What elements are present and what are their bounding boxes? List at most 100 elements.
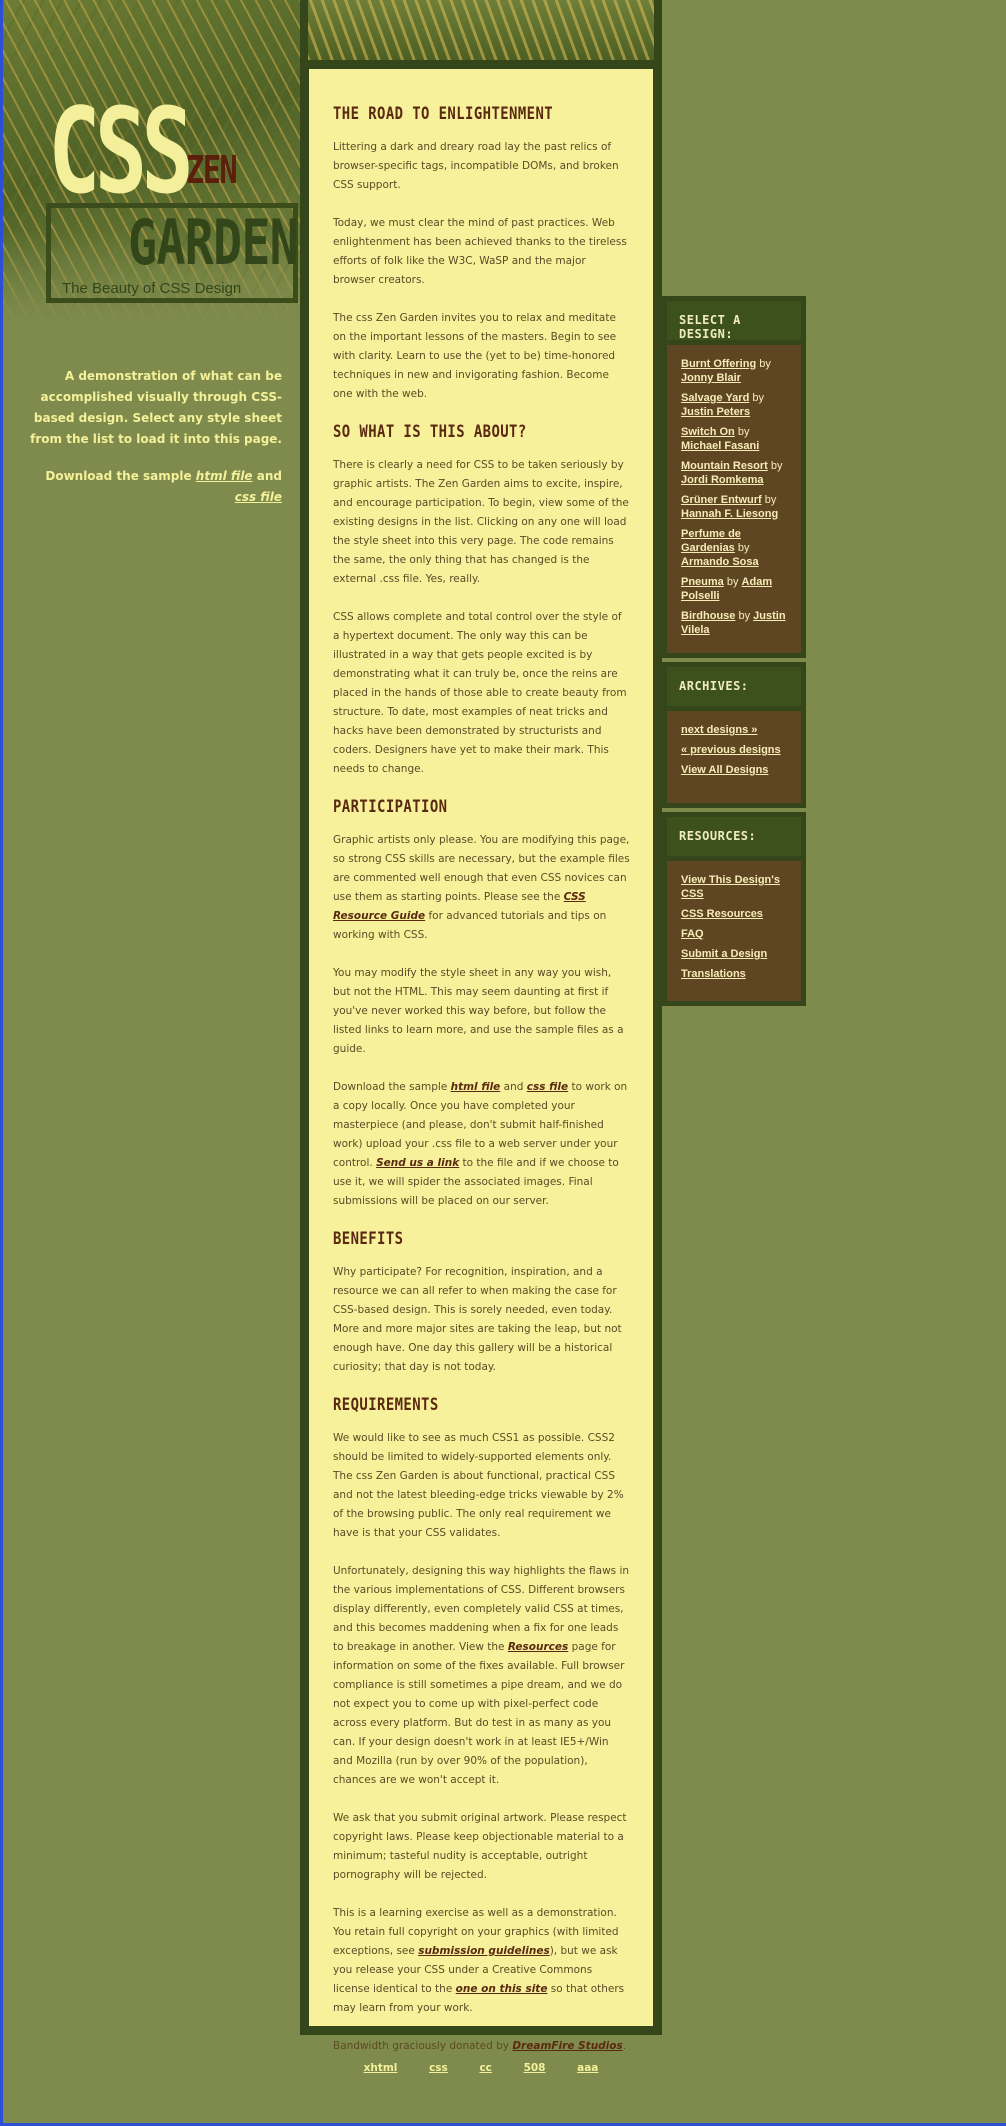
preamble-p1: Littering a dark and dreary road lay the… xyxy=(333,141,619,191)
footer: xhtml css cc 508 aaa xyxy=(300,2062,662,2074)
by-text: by xyxy=(752,392,764,404)
preamble-p3: The css Zen Garden invites you to relax … xyxy=(333,312,617,400)
requirements-p2-text-b: page for information on some of the fixe… xyxy=(333,1641,625,1786)
design-item: Perfume de Gardenias by Armando Sosa xyxy=(681,527,791,569)
main-top-art xyxy=(300,0,662,62)
logo-zen-text: ZEN xyxy=(186,148,238,192)
view-design-css-link[interactable]: View This Design's CSS xyxy=(681,874,780,900)
section-preamble: THE ROAD TO ENLIGHTENMENT Littering a da… xyxy=(333,105,631,404)
design-item: Switch On by Michael Fasani xyxy=(681,425,791,453)
html-file-link[interactable]: html file xyxy=(196,469,253,483)
design-list: Burnt Offering by Jonny Blair Salvage Ya… xyxy=(662,340,806,658)
archives-heading: ARCHIVES: xyxy=(662,662,806,706)
section-benefits: BENEFITS Why participate? For recognitio… xyxy=(333,1230,631,1377)
list-item: View All Designs xyxy=(681,763,791,777)
design-item: Salvage Yard by Justin Peters xyxy=(681,391,791,419)
explanation-p2: CSS allows complete and total control ov… xyxy=(333,611,627,775)
author-link[interactable]: Hannah F. Liesong xyxy=(681,508,778,520)
sample-html-file-link[interactable]: html file xyxy=(451,1081,501,1093)
footer-xhtml-link[interactable]: xhtml xyxy=(364,2062,398,2074)
by-text: by xyxy=(764,494,777,506)
design-link[interactable]: Salvage Yard xyxy=(681,392,749,404)
participation-p1: Graphic artists only please. You are mod… xyxy=(333,831,631,945)
design-item: Birdhouse by Justin Vilela xyxy=(681,609,791,637)
author-link[interactable]: Justin Peters xyxy=(681,406,750,418)
list-item: Submit a Design xyxy=(681,947,791,961)
participation-p3-text-a: Download the sample xyxy=(333,1081,448,1093)
footer-cc-link[interactable]: cc xyxy=(479,2062,491,2074)
requirements-p3: We ask that you submit original artwork.… xyxy=(333,1812,627,1881)
participation-heading: PARTICIPATION xyxy=(333,797,448,817)
list-item: FAQ xyxy=(681,927,791,941)
logo-css-text: CSS xyxy=(48,82,194,220)
footer-css-link[interactable]: css xyxy=(429,2062,448,2074)
list-item: Translations xyxy=(681,967,791,981)
author-link[interactable]: Michael Fasani xyxy=(681,440,759,452)
logo-garden-text: GARDEN xyxy=(128,206,299,279)
benefits-heading: BENEFITS xyxy=(333,1229,404,1249)
author-link[interactable]: Jonny Blair xyxy=(681,372,741,384)
by-text: by xyxy=(737,426,750,438)
css-file-link[interactable]: css file xyxy=(235,490,282,504)
by-text: by xyxy=(759,358,771,370)
by-text: by xyxy=(726,576,739,588)
select-design-heading: SELECT A DESIGN: xyxy=(662,296,806,341)
submit-design-link[interactable]: Submit a Design xyxy=(681,948,767,960)
author-link[interactable]: Jordi Romkema xyxy=(681,474,764,486)
design-link[interactable]: Perfume de Gardenias xyxy=(681,528,741,554)
sidebar: SELECT A DESIGN: Burnt Offering by Jonny… xyxy=(662,296,806,1006)
explanation-heading: SO WHAT IS THIS ABOUT? xyxy=(333,422,527,442)
design-link[interactable]: Pneuma xyxy=(681,576,724,588)
resources-heading: RESOURCES: xyxy=(662,812,806,856)
one-on-this-site-link[interactable]: one on this site xyxy=(456,1983,548,1995)
preamble-p2: Today, we must clear the mind of past pr… xyxy=(333,217,627,286)
design-link[interactable]: Grüner Entwurf xyxy=(681,494,762,506)
submission-guidelines-link[interactable]: submission guidelines xyxy=(418,1945,550,1957)
list-item: CSS Resources xyxy=(681,907,791,921)
bandwidth-credit: Bandwidth graciously donated by DreamFir… xyxy=(333,2037,631,2056)
design-item: Burnt Offering by Jonny Blair xyxy=(681,357,791,385)
design-link[interactable]: Burnt Offering xyxy=(681,358,756,370)
summary-text: A demonstration of what can be accomplis… xyxy=(30,369,282,446)
dreamfire-studios-link[interactable]: DreamFire Studios xyxy=(512,2040,622,2052)
author-link[interactable]: Armando Sosa xyxy=(681,556,759,568)
footer-aaa-link[interactable]: aaa xyxy=(577,2062,598,2074)
list-item: « previous designs xyxy=(681,743,791,757)
design-link[interactable]: Switch On xyxy=(681,426,735,438)
list-item: next designs » xyxy=(681,723,791,737)
faq-link[interactable]: FAQ xyxy=(681,928,704,940)
previous-designs-link[interactable]: « previous designs xyxy=(681,744,781,756)
requirements-heading: REQUIREMENTS xyxy=(333,1395,439,1415)
by-text: by xyxy=(737,542,750,554)
design-link[interactable]: Birdhouse xyxy=(681,610,735,622)
design-item: Grüner Entwurf by Hannah F. Liesong xyxy=(681,493,791,521)
view-all-designs-link[interactable]: View All Designs xyxy=(681,764,768,776)
requirements-p2: Unfortunately, designing this way highli… xyxy=(333,1562,631,1790)
bandwidth-period: . xyxy=(622,2040,627,2052)
requirements-p2-text-a: Unfortunately, designing this way highli… xyxy=(333,1565,630,1653)
tagline: The Beauty of CSS Design xyxy=(62,280,242,297)
explanation-p1: There is clearly a need for CSS to be ta… xyxy=(333,459,629,585)
intro-summary: A demonstration of what can be accomplis… xyxy=(26,366,282,524)
css-resources-link[interactable]: CSS Resources xyxy=(681,908,763,920)
send-us-a-link-link[interactable]: Send us a link xyxy=(376,1157,459,1169)
footer-508-link[interactable]: 508 xyxy=(524,2062,546,2074)
section-explanation: SO WHAT IS THIS ABOUT? There is clearly … xyxy=(333,423,631,779)
resources-list: View This Design's CSS CSS Resources FAQ… xyxy=(662,856,806,1006)
next-designs-link[interactable]: next designs » xyxy=(681,724,757,736)
section-participation: PARTICIPATION Graphic artists only pleas… xyxy=(333,798,631,1211)
by-text: by xyxy=(738,610,751,622)
by-text: by xyxy=(770,460,783,472)
list-item: View This Design's CSS xyxy=(681,873,791,901)
main-content: THE ROAD TO ENLIGHTENMENT Littering a da… xyxy=(300,60,662,2052)
preamble-heading: THE ROAD TO ENLIGHTENMENT xyxy=(333,104,554,124)
sample-css-file-link[interactable]: css file xyxy=(527,1081,568,1093)
design-item: Mountain Resort by Jordi Romkema xyxy=(681,459,791,487)
resources-link[interactable]: Resources xyxy=(508,1641,568,1653)
design-link[interactable]: Mountain Resort xyxy=(681,460,768,472)
section-requirements: REQUIREMENTS We would like to see as muc… xyxy=(333,1396,631,2056)
participation-p3-text-b: to work on a copy locally. Once you have… xyxy=(333,1081,628,1169)
design-item: Pneuma by Adam Polselli xyxy=(681,575,791,603)
translations-link[interactable]: Translations xyxy=(681,968,746,980)
and-text: and xyxy=(256,469,282,483)
